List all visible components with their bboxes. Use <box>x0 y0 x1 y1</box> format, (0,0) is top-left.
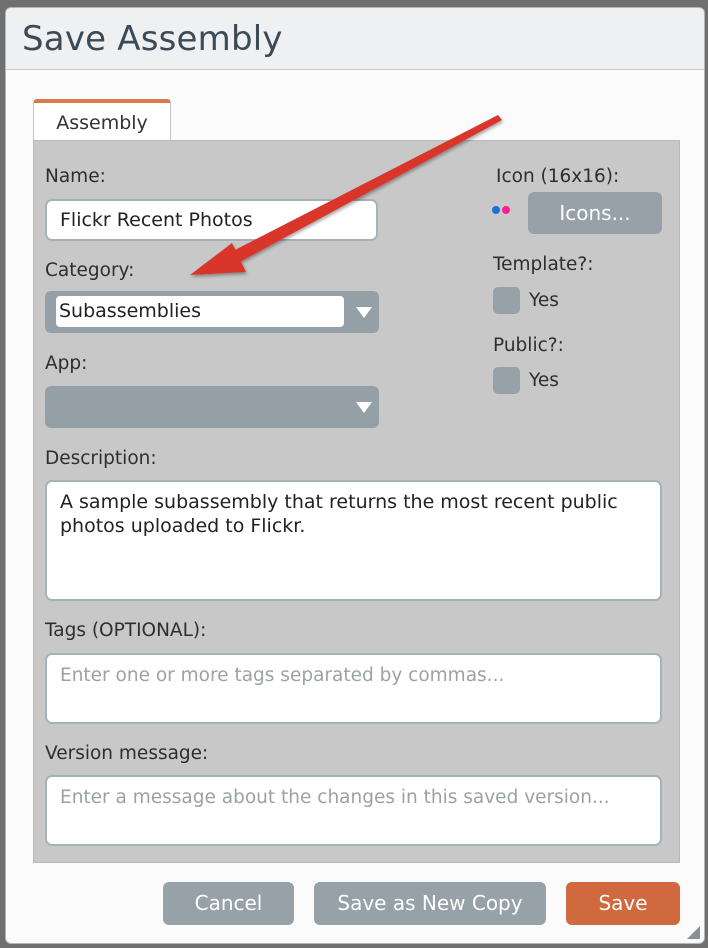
category-select[interactable]: Subassemblies <box>45 291 379 333</box>
public-checkbox[interactable] <box>493 367 520 394</box>
category-label: Category: <box>45 260 135 281</box>
public-label: Public?: <box>493 335 564 356</box>
template-label: Template?: <box>493 254 594 275</box>
version-message-label: Version message: <box>45 743 209 764</box>
name-input-value: Flickr Recent Photos <box>60 209 253 231</box>
category-select-field: Subassemblies <box>56 296 344 327</box>
template-yes-label: Yes <box>529 290 559 311</box>
app-select[interactable] <box>45 386 379 428</box>
resize-grip-icon[interactable] <box>687 926 700 939</box>
template-checkbox[interactable] <box>493 287 520 314</box>
assembly-panel: Name: Flickr Recent Photos Category: Sub… <box>33 140 680 863</box>
tab-assembly[interactable]: Assembly <box>33 99 171 141</box>
flickr-icon <box>492 206 514 216</box>
dialog-titlebar[interactable]: Save Assembly <box>6 8 704 70</box>
flickr-blue-dot <box>492 206 500 214</box>
category-select-value: Subassemblies <box>59 300 202 322</box>
save-button[interactable]: Save <box>566 882 680 925</box>
description-textarea[interactable]: A sample subassembly that returns the mo… <box>45 480 662 601</box>
description-label: Description: <box>45 448 157 469</box>
dialog-title: Save Assembly <box>22 19 283 59</box>
version-message-textarea[interactable]: Enter a message about the changes in thi… <box>45 775 662 846</box>
flickr-pink-dot <box>502 206 510 214</box>
dropdown-caret-icon <box>356 307 372 318</box>
tags-textarea[interactable]: Enter one or more tags separated by comm… <box>45 653 662 724</box>
dropdown-caret-icon <box>356 402 372 413</box>
tab-assembly-label: Assembly <box>56 112 148 134</box>
name-label: Name: <box>45 166 106 187</box>
save-as-new-copy-button[interactable]: Save as New Copy <box>314 882 546 925</box>
app-label: App: <box>45 353 88 374</box>
version-message-placeholder: Enter a message about the changes in thi… <box>60 787 610 808</box>
icon-label: Icon (16x16): <box>496 166 620 187</box>
public-yes-label: Yes <box>529 370 559 391</box>
icons-button[interactable]: Icons... <box>528 192 662 234</box>
description-value: A sample subassembly that returns the mo… <box>60 491 618 537</box>
tags-placeholder: Enter one or more tags separated by comm… <box>60 665 505 686</box>
cancel-button[interactable]: Cancel <box>163 882 294 925</box>
save-assembly-dialog: Save Assembly Assembly Name: Flickr Rece… <box>5 7 705 944</box>
tags-label: Tags (OPTIONAL): <box>45 620 207 641</box>
name-input[interactable]: Flickr Recent Photos <box>45 199 378 241</box>
